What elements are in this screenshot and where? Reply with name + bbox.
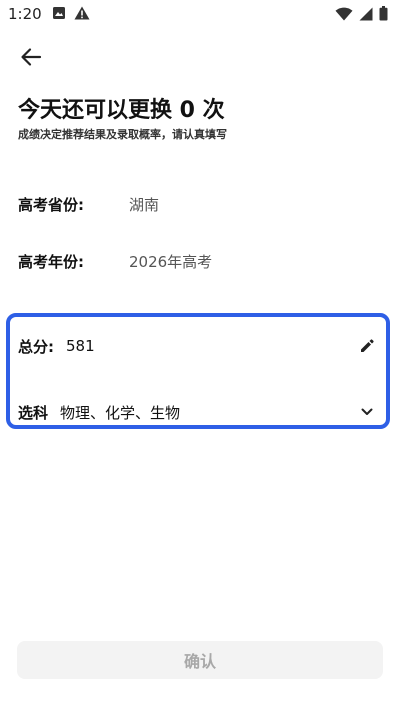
province-label: 高考省份: <box>18 195 84 214</box>
chevron-down-icon[interactable] <box>356 401 378 423</box>
warning-icon <box>74 6 90 20</box>
score-row[interactable]: 总分: 581 <box>18 333 378 359</box>
pencil-edit-icon[interactable] <box>356 335 378 357</box>
year-row[interactable]: 高考年份: 2026年高考 <box>18 249 212 273</box>
province-row[interactable]: 高考省份: 湖南 <box>18 192 159 216</box>
image-notification-icon <box>52 6 66 20</box>
page-title: 今天还可以更换 0 次 <box>18 98 225 123</box>
confirm-button[interactable]: 确认 <box>17 641 383 679</box>
subjects-value: 物理、化学、生物 <box>60 403 181 422</box>
screen: 1:20 今天还可以更换 0 次 成绩决定推荐结果及录取概率，请认真填写 高考省… <box>0 0 400 710</box>
status-time: 1:20 <box>8 5 42 23</box>
subjects-label: 选科 <box>18 403 49 422</box>
subjects-row[interactable]: 选科 物理、化学、生物 <box>18 399 378 425</box>
back-button[interactable] <box>16 44 46 74</box>
score-subject-highlight-box: 总分: 581 选科 物理、化学、生物 <box>6 313 390 429</box>
status-bar: 1:20 <box>0 0 400 28</box>
score-value: 581 <box>66 337 95 355</box>
status-left-icons <box>52 6 90 20</box>
score-label: 总分: <box>18 337 54 356</box>
battery-icon <box>379 6 388 21</box>
status-right-icons <box>335 6 388 21</box>
wifi-icon <box>335 7 353 21</box>
signal-icon <box>359 7 373 21</box>
year-label: 高考年份: <box>18 252 84 271</box>
page-subtitle: 成绩决定推荐结果及录取概率，请认真填写 <box>18 128 227 141</box>
province-value: 湖南 <box>129 195 160 214</box>
year-value: 2026年高考 <box>129 252 213 271</box>
arrow-left-icon <box>20 46 42 72</box>
